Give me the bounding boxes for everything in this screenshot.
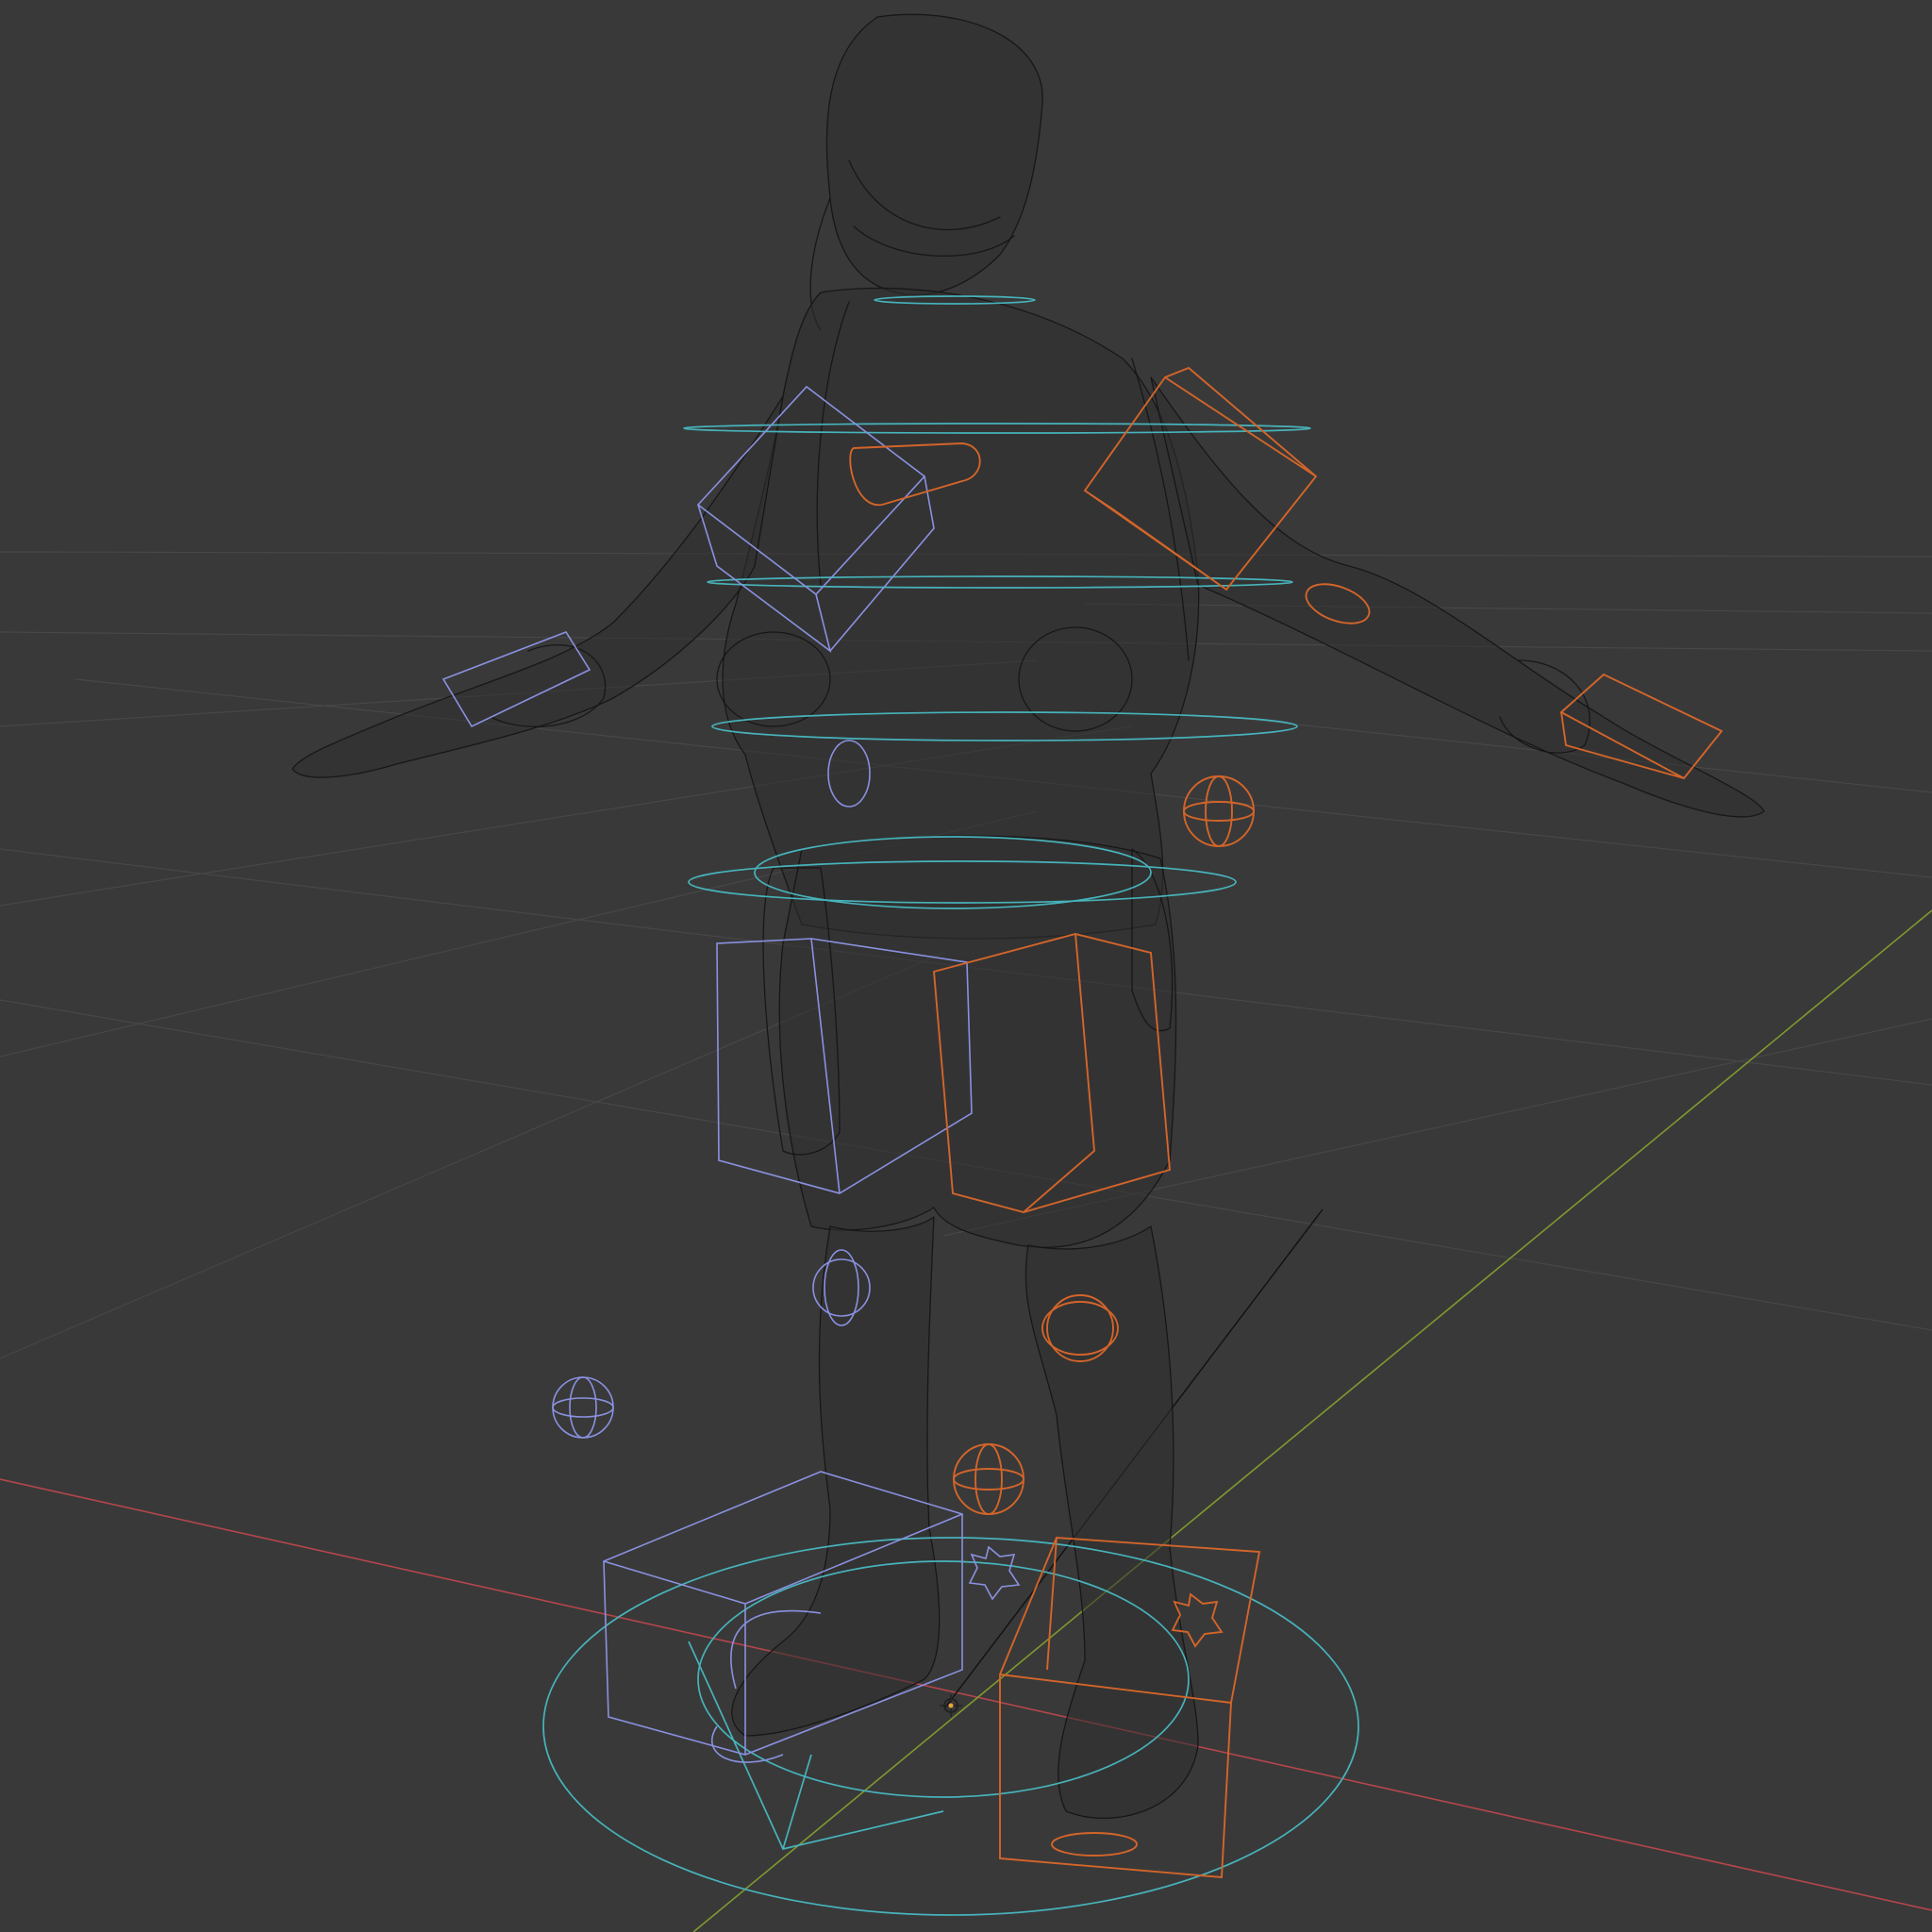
root-ring-control[interactable] [542,1537,1359,1916]
head-mesh [826,14,1043,295]
x-axis-line [0,1478,1932,1911]
right-arm-mesh [1151,377,1764,817]
left-foot-gear-icon [968,1545,1021,1601]
3d-viewport[interactable] [0,0,1932,1932]
character-mesh[interactable] [291,13,1765,1819]
left-pole-target-sphere-icon[interactable] [552,1376,614,1439]
right-pole-target-sphere-icon[interactable] [1183,775,1255,847]
foot-roll-sphere-icon[interactable] [953,1443,1024,1515]
left-arm-mesh [292,396,783,778]
right-heel-ring-control[interactable] [1051,1832,1138,1857]
